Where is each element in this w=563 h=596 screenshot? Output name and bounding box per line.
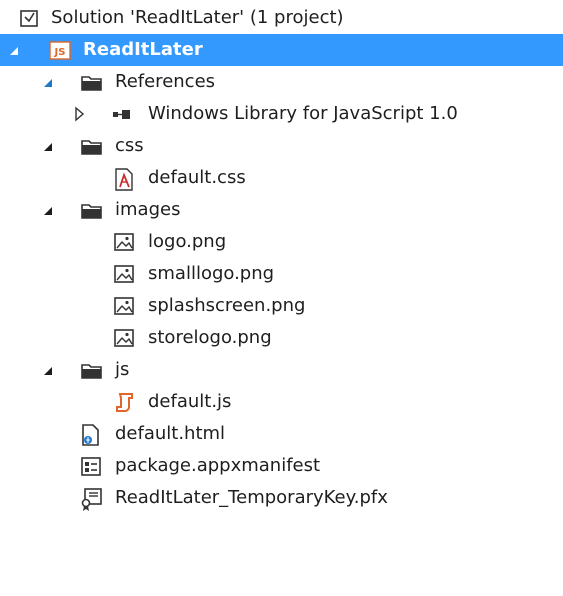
expanded-arrow-icon[interactable] <box>41 130 55 162</box>
tree-item-label: splashscreen.png <box>148 295 306 316</box>
tree-item-label: package.appxmanifest <box>115 455 321 476</box>
tree-item-label: css <box>115 135 144 156</box>
tree-item-images-folder[interactable]: images <box>0 194 563 226</box>
folder-icon <box>80 354 104 386</box>
js-file-icon <box>113 386 137 418</box>
tree-item-references[interactable]: References <box>0 66 563 98</box>
tree-item-project[interactable]: JS ReadItLater <box>0 34 563 66</box>
tree-item-js-folder[interactable]: js <box>0 354 563 386</box>
solution-icon <box>18 2 42 34</box>
manifest-file-icon <box>80 450 104 482</box>
image-file-icon <box>113 258 137 290</box>
solution-explorer-tree: Solution 'ReadItLater' (1 project) JS Re… <box>0 0 563 596</box>
tree-item-label: default.js <box>148 391 232 412</box>
tree-item-smalllogo-png[interactable]: smalllogo.png <box>0 258 563 290</box>
reference-library-icon <box>111 98 135 130</box>
tree-item-label: js <box>115 359 130 380</box>
folder-icon <box>80 130 104 162</box>
svg-text:JS: JS <box>54 47 66 58</box>
tree-item-label: Windows Library for JavaScript 1.0 <box>148 103 458 124</box>
tree-item-default-html[interactable]: default.html <box>0 418 563 450</box>
certificate-file-icon <box>80 482 104 514</box>
css-file-icon <box>113 162 137 194</box>
expanded-arrow-icon[interactable] <box>41 194 55 226</box>
folder-icon <box>80 194 104 226</box>
image-file-icon <box>113 322 137 354</box>
tree-item-label: logo.png <box>148 231 227 252</box>
tree-item-temporary-key-pfx[interactable]: ReadItLater_TemporaryKey.pfx <box>0 482 563 514</box>
tree-item-splashscreen-png[interactable]: splashscreen.png <box>0 290 563 322</box>
javascript-project-icon: JS <box>49 34 73 66</box>
tree-item-label: images <box>115 199 181 220</box>
tree-item-default-css[interactable]: default.css <box>0 162 563 194</box>
collapsed-arrow-icon[interactable] <box>72 98 86 130</box>
image-file-icon <box>113 226 137 258</box>
tree-item-label: smalllogo.png <box>148 263 275 284</box>
html-file-icon <box>80 418 104 450</box>
tree-item-logo-png[interactable]: logo.png <box>0 226 563 258</box>
references-folder-icon <box>80 66 104 98</box>
expanded-arrow-icon[interactable] <box>41 354 55 386</box>
tree-item-label: storelogo.png <box>148 327 272 348</box>
tree-item-label: ReadItLater <box>83 39 203 60</box>
tree-item-label: Solution 'ReadItLater' (1 project) <box>51 7 344 28</box>
tree-item-appxmanifest[interactable]: package.appxmanifest <box>0 450 563 482</box>
image-file-icon <box>113 290 137 322</box>
tree-item-solution[interactable]: Solution 'ReadItLater' (1 project) <box>0 2 563 34</box>
expanded-arrow-icon[interactable] <box>41 66 55 98</box>
tree-item-winjs-reference[interactable]: Windows Library for JavaScript 1.0 <box>0 98 563 130</box>
tree-item-label: default.css <box>148 167 246 188</box>
tree-item-storelogo-png[interactable]: storelogo.png <box>0 322 563 354</box>
tree-item-label: References <box>115 71 216 92</box>
tree-item-css-folder[interactable]: css <box>0 130 563 162</box>
tree-item-label: default.html <box>115 423 226 444</box>
tree-item-default-js[interactable]: default.js <box>0 386 563 418</box>
tree-item-label: ReadItLater_TemporaryKey.pfx <box>115 487 388 508</box>
expanded-arrow-icon[interactable] <box>7 34 21 66</box>
